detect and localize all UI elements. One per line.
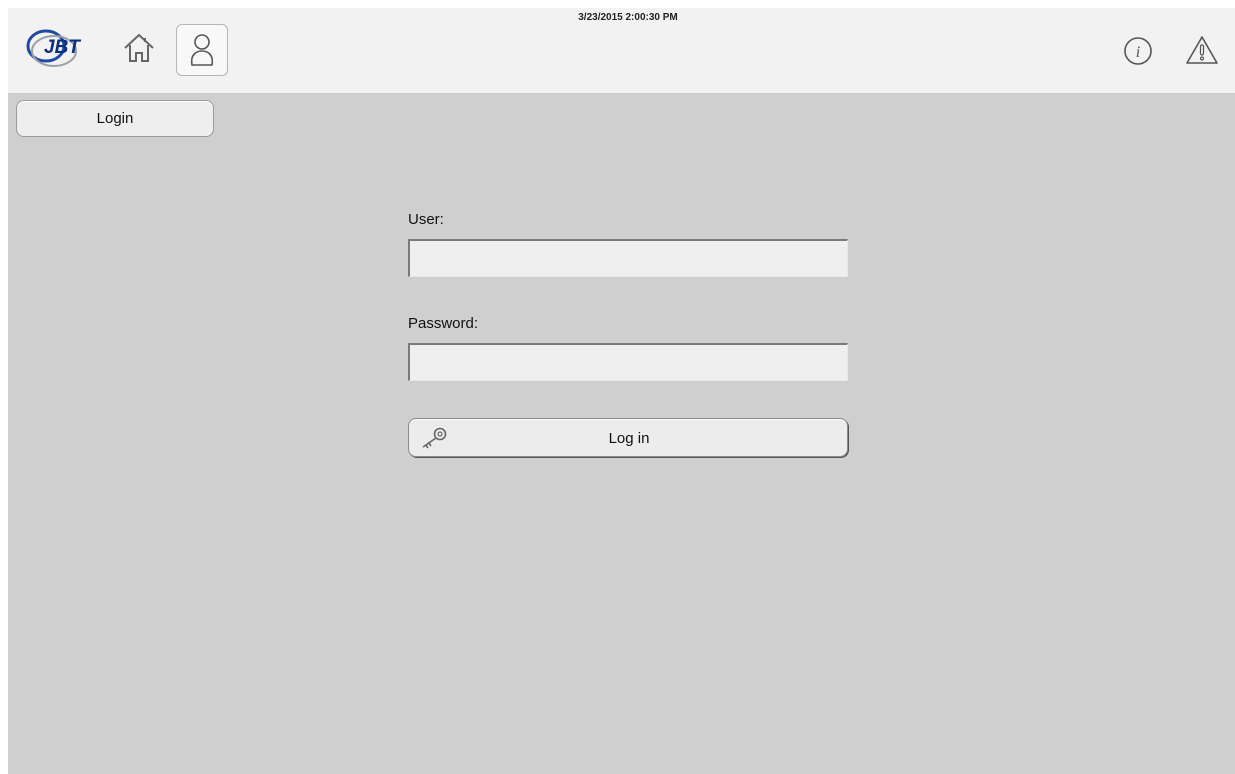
home-button[interactable] [116,26,162,70]
login-button[interactable]: Log in [408,418,848,457]
info-button[interactable]: i [1121,34,1155,68]
password-label: Password: [408,315,479,332]
datetime-display: 3/23/2015 2:00:30 PM [578,12,678,23]
jbt-logo: JBT [22,26,94,70]
svg-text:i: i [1136,44,1140,61]
hmi-screen: JBT 3/23/2015 2:00:30 PM i Login User: P… [8,8,1235,774]
svg-text:JBT: JBT [44,37,81,58]
home-icon [124,33,154,62]
user-field[interactable] [408,239,848,277]
warning-icon [1186,36,1218,64]
info-icon: i [1124,37,1152,65]
user-label: User: [408,211,444,228]
user-button[interactable] [176,24,228,76]
user-icon [190,34,214,66]
top-bar: JBT 3/23/2015 2:00:30 PM i [8,8,1235,93]
password-field[interactable] [408,343,848,381]
login-button-label: Log in [608,430,650,447]
tab-login[interactable]: Login [16,100,214,137]
alarm-button[interactable] [1182,32,1222,68]
